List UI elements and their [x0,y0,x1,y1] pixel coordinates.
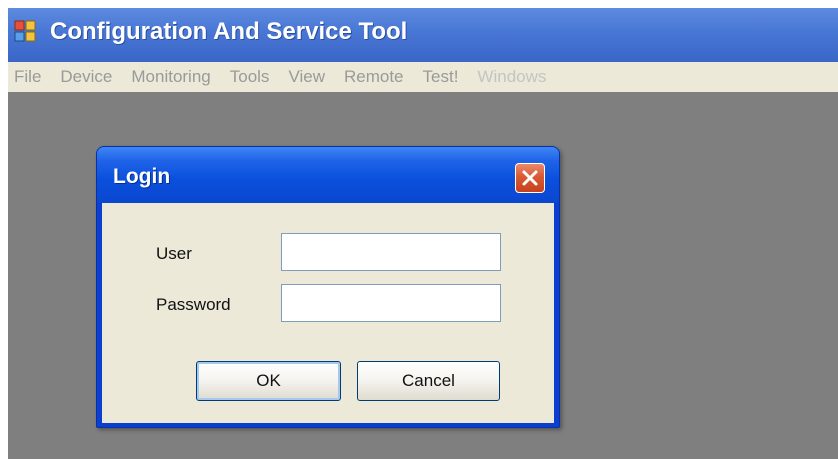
menu-view[interactable]: View [288,67,325,87]
app-window-icon [14,20,36,42]
menu-file[interactable]: File [14,67,41,87]
main-titlebar[interactable]: Configuration And Service Tool [8,8,838,62]
menu-tools[interactable]: Tools [230,67,270,87]
menu-monitoring[interactable]: Monitoring [131,67,210,87]
menu-windows: Windows [477,67,547,86]
password-label: Password [156,295,231,314]
close-icon [522,170,538,186]
menu-bar: File Device Monitoring Tools View Remote… [8,62,838,92]
menu-remote[interactable]: Remote [344,67,404,87]
user-label: User [156,244,192,263]
menu-test[interactable]: Test! [423,67,459,87]
login-dialog-title: Login [113,165,171,188]
menu-device[interactable]: Device [60,67,112,87]
app-title: Configuration And Service Tool [50,18,408,45]
cancel-button[interactable]: Cancel [357,361,500,401]
user-input[interactable] [281,233,501,271]
ok-button[interactable]: OK [196,361,341,401]
close-button[interactable] [515,163,545,193]
login-dialog: Login User Password OK Cancel [96,146,560,428]
login-dialog-body: User Password OK Cancel [102,203,554,423]
login-dialog-titlebar[interactable]: Login [97,147,559,203]
password-input[interactable] [281,284,501,322]
